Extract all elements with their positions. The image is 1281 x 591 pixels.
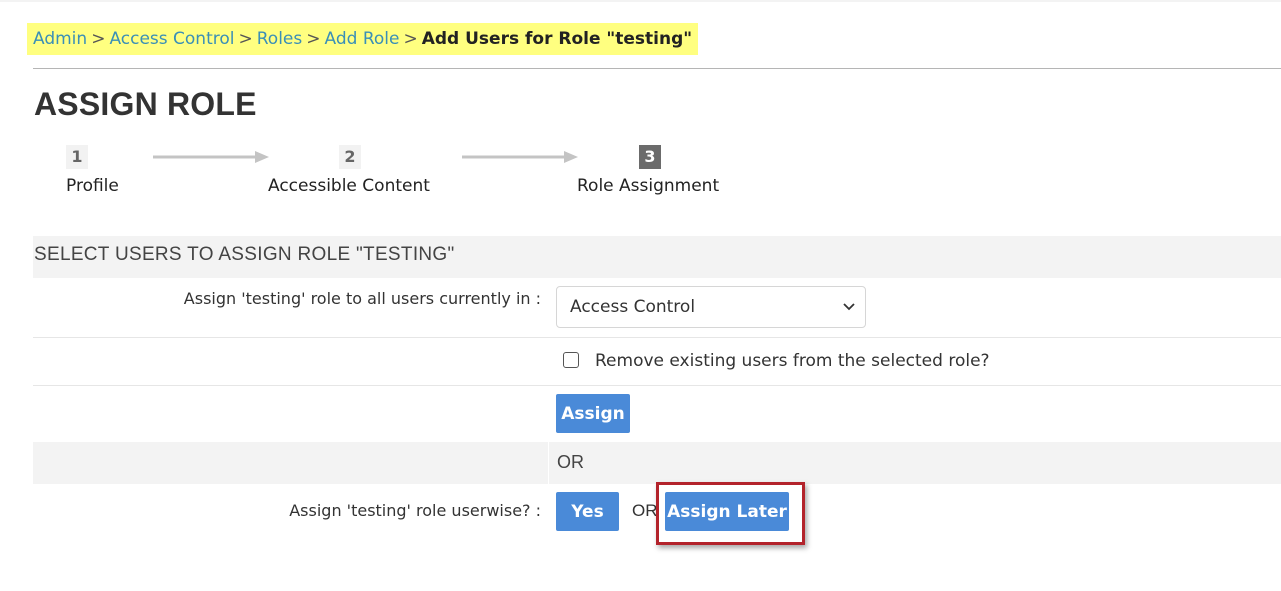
breadcrumb-separator: >	[91, 29, 106, 49]
assign-button[interactable]: Assign	[556, 394, 630, 433]
remove-existing-label: Remove existing users from the selected …	[595, 351, 990, 371]
chevron-down-icon	[843, 303, 855, 311]
or-inline-text: OR	[632, 501, 658, 520]
step-2-number: 2	[339, 145, 361, 169]
row-divider	[33, 337, 1281, 338]
column-divider	[548, 442, 549, 484]
top-border	[0, 0, 1281, 2]
step-3-number: 3	[639, 145, 661, 169]
breadcrumb-separator: >	[238, 29, 253, 49]
section-title: SELECT USERS TO ASSIGN ROLE "TESTING"	[34, 244, 455, 265]
step-1-number: 1	[66, 145, 88, 169]
or-band	[33, 442, 1281, 484]
row-divider	[33, 385, 1281, 386]
step-arrow-icon	[462, 151, 578, 163]
group-select-value: Access Control	[570, 297, 696, 317]
highlight-annotation	[656, 482, 805, 545]
step-1-label: Profile	[66, 176, 119, 196]
breadcrumb-access-control-link[interactable]: Access Control	[109, 29, 234, 49]
userwise-label: Assign 'testing' role userwise? :	[289, 501, 541, 520]
assign-all-label: Assign 'testing' role to all users curre…	[183, 289, 541, 308]
page-title: ASSIGN ROLE	[34, 86, 257, 122]
header-divider	[33, 68, 1281, 69]
or-separator-text: OR	[557, 452, 584, 472]
breadcrumb-separator: >	[306, 29, 321, 49]
breadcrumb-admin-link[interactable]: Admin	[33, 29, 87, 49]
step-2-label: Accessible Content	[268, 176, 430, 196]
yes-button[interactable]: Yes	[556, 492, 619, 531]
breadcrumb-add-role-link[interactable]: Add Role	[325, 29, 400, 49]
breadcrumb-separator: >	[403, 29, 418, 49]
step-arrow-icon	[153, 151, 269, 163]
breadcrumb-current: Add Users for Role "testing"	[421, 29, 693, 49]
group-select[interactable]: Access Control	[556, 286, 866, 328]
breadcrumb-roles-link[interactable]: Roles	[257, 29, 303, 49]
breadcrumb: Admin > Access Control > Roles > Add Rol…	[27, 23, 699, 55]
remove-existing-checkbox[interactable]	[563, 352, 579, 368]
step-3-label: Role Assignment	[577, 176, 720, 196]
